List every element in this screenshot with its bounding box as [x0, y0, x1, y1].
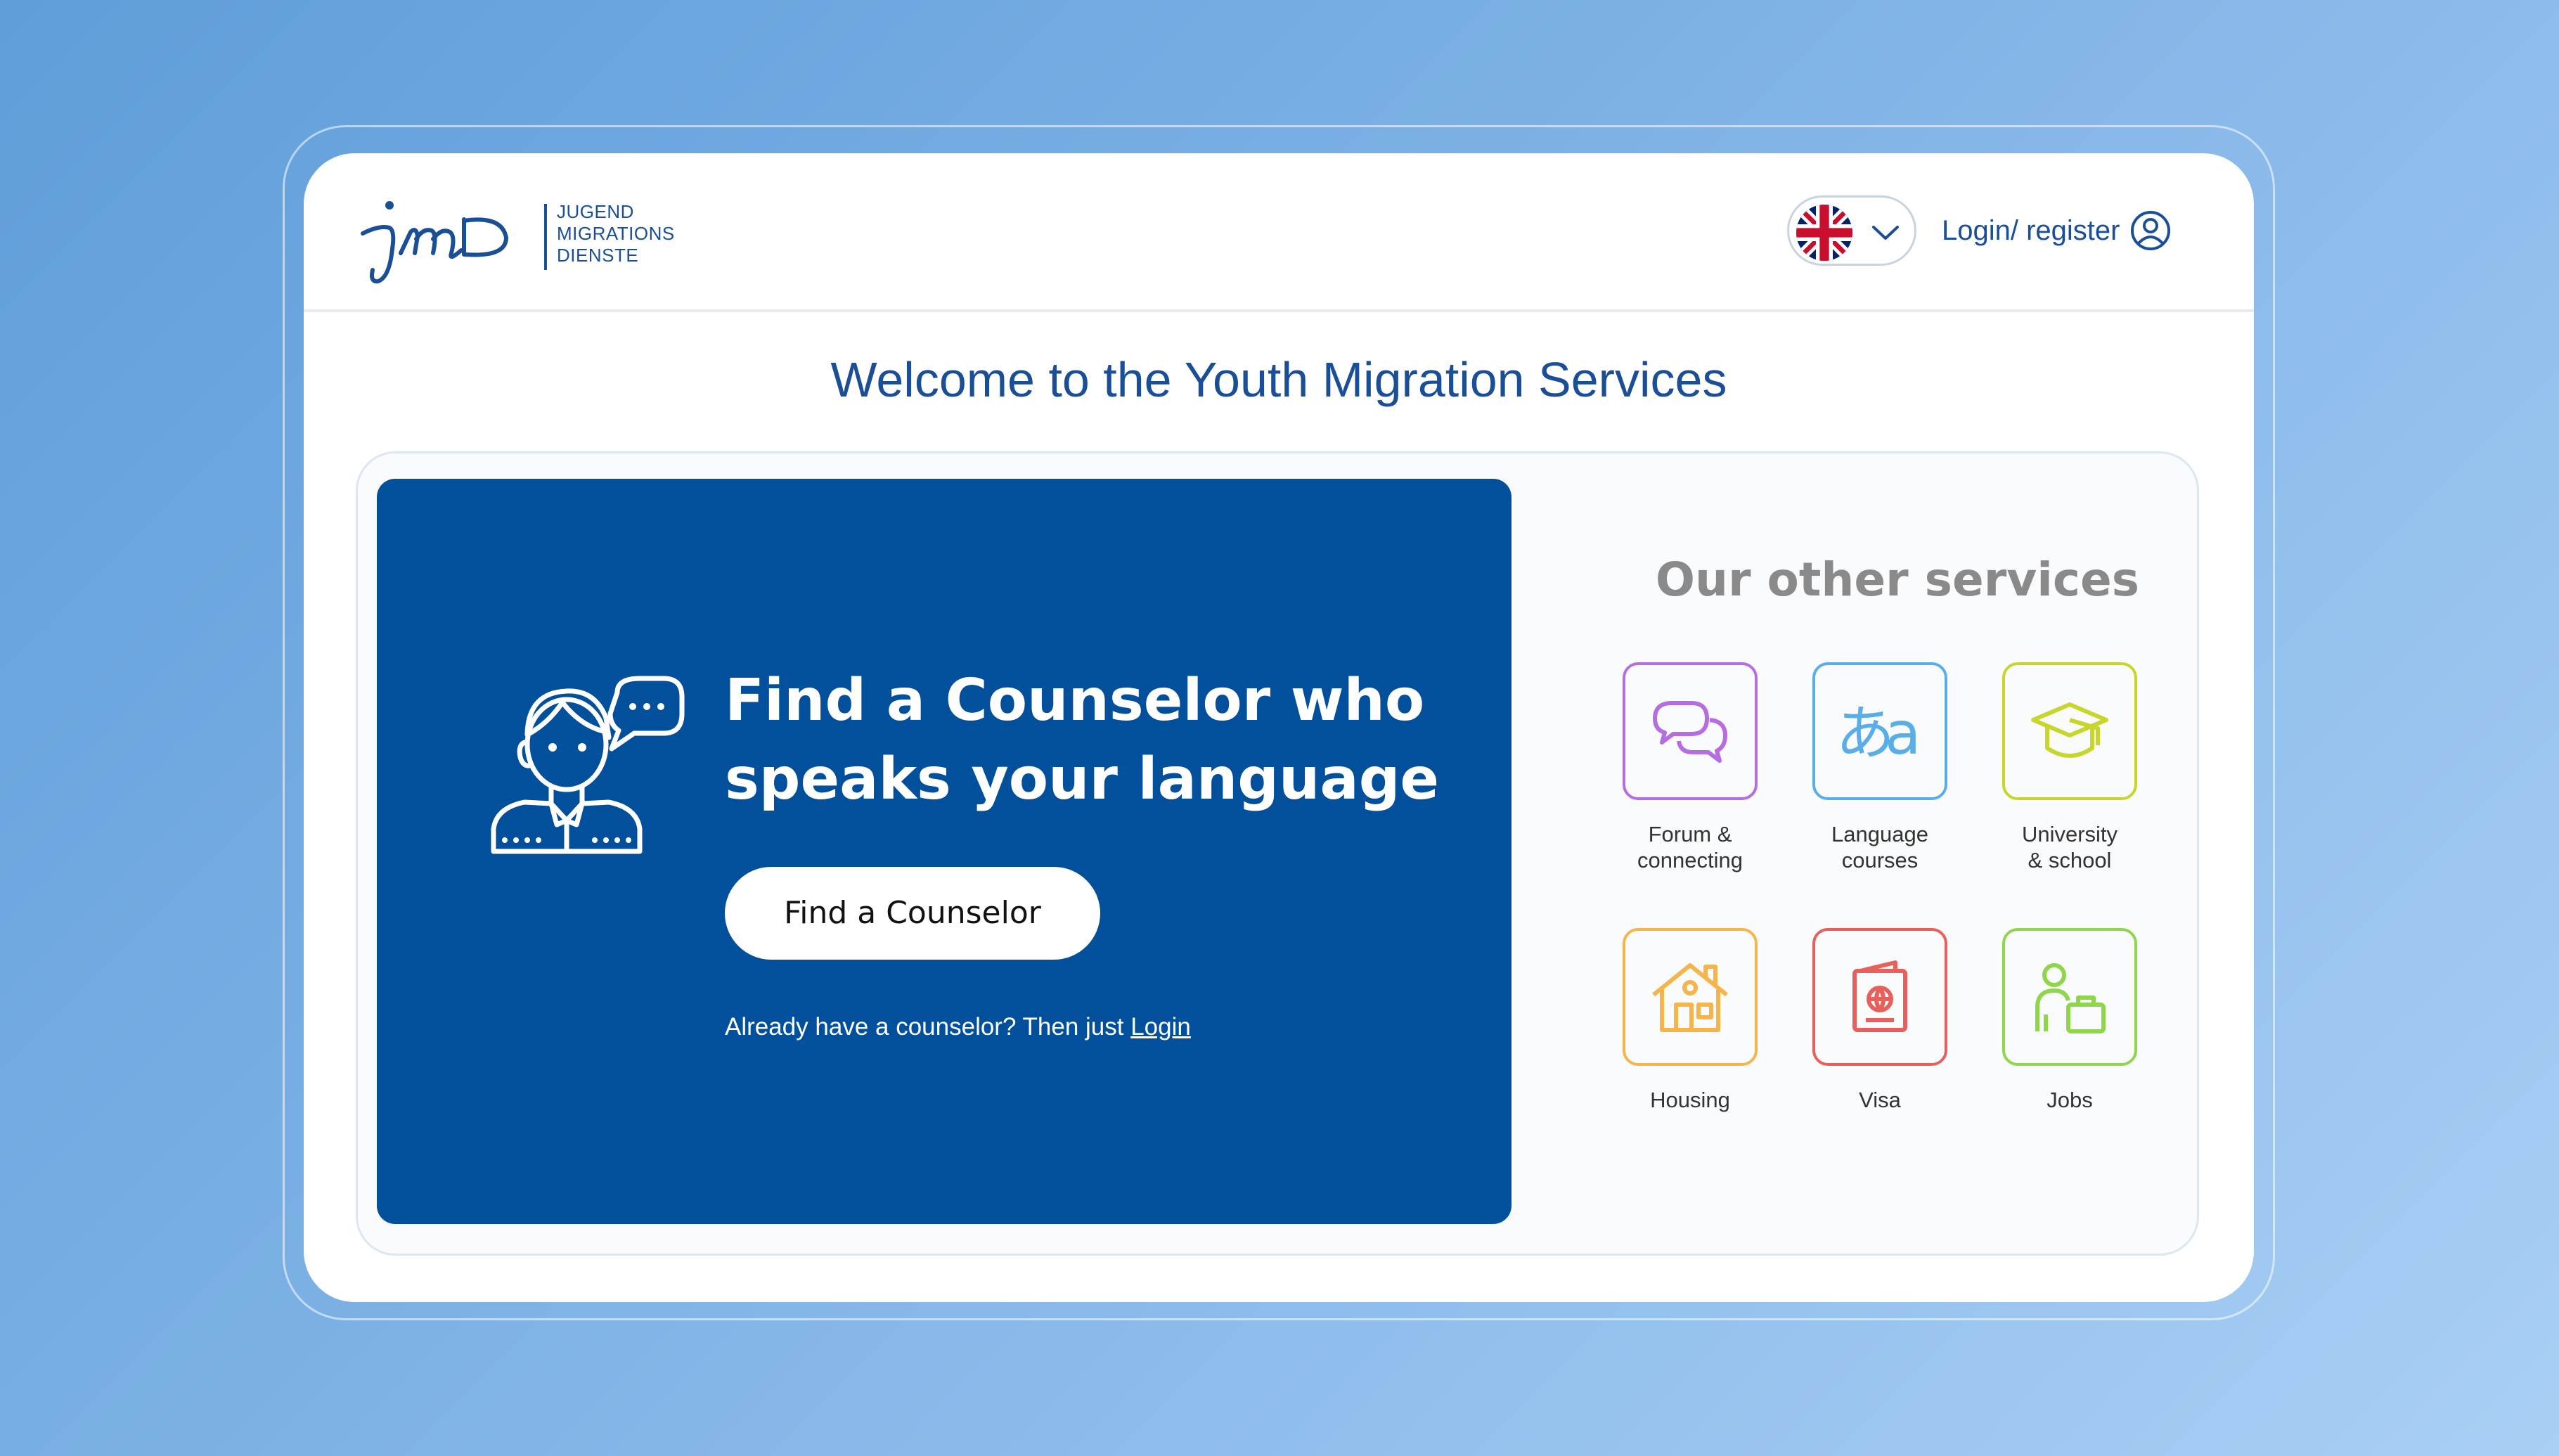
service-forum[interactable]: Forum & connecting	[1606, 662, 1774, 873]
worker-briefcase-icon	[2035, 963, 2106, 1033]
chevron-down-icon	[1872, 226, 1899, 240]
visa-tile[interactable]	[1812, 928, 1947, 1066]
service-university-school[interactable]: University & school	[1985, 662, 2154, 873]
language-icon: あ a	[1836, 699, 1921, 766]
university-school-label-line-2: & school	[2028, 848, 2112, 872]
existing-counselor-note: Already have a counselor? Then just Logi…	[725, 1013, 1191, 1041]
logo-line-2: MIGRATIONS	[557, 223, 675, 244]
logo-line-3: DIENSTE	[557, 245, 639, 266]
language-courses-tile[interactable]: あ a	[1812, 662, 1947, 800]
logo-wordmark: JUGEND MIGRATIONS DIENSTE	[557, 201, 675, 266]
service-housing[interactable]: Housing	[1606, 928, 1774, 1113]
find-counselor-panel: Find a Counselor who speaks your languag…	[377, 479, 1511, 1224]
forum-tile[interactable]	[1623, 662, 1758, 800]
hero-title-line-2: speaks your language	[725, 746, 1440, 813]
user-account-icon	[2131, 211, 2171, 250]
existing-counselor-text: Already have a counselor? Then just	[725, 1013, 1131, 1041]
forum-label-line-1: Forum &	[1648, 822, 1732, 846]
housing-tile[interactable]	[1623, 928, 1758, 1066]
university-school-label: University & school	[1985, 821, 2154, 873]
housing-label: Housing	[1650, 1088, 1730, 1112]
hero-title: Find a Counselor who speaks your languag…	[725, 662, 1498, 819]
house-icon	[1652, 963, 1728, 1032]
login-register-label: Login/ register	[1942, 214, 2120, 246]
passport-icon	[1852, 960, 1907, 1032]
logo-line-1: JUGEND	[557, 201, 634, 222]
login-register-link[interactable]: Login/ register	[1942, 210, 2172, 252]
jobs-label: Jobs	[2046, 1088, 2093, 1112]
language-courses-label: Language courses	[1796, 821, 1964, 873]
graduation-cap-icon	[2031, 702, 2108, 758]
counselor-chat-icon	[491, 676, 685, 854]
visa-label: Visa	[1859, 1088, 1901, 1112]
jmd-logo-mark-icon	[361, 201, 509, 284]
service-language-courses[interactable]: あ a Language courses	[1796, 662, 1964, 873]
page-title: Welcome to the Youth Migration Services	[830, 352, 1727, 407]
find-counselor-button[interactable]: Find a Counselor	[725, 867, 1100, 960]
university-school-label-line-1: University	[2021, 822, 2118, 846]
forum-label-line-2: connecting	[1637, 848, 1743, 872]
language-selector[interactable]	[1787, 195, 1916, 266]
services-title: Our other services	[1655, 553, 2140, 607]
language-courses-label-line-2: courses	[1841, 848, 1919, 872]
service-visa[interactable]: Visa	[1796, 928, 1964, 1113]
hero-title-line-1: Find a Counselor who	[725, 667, 1425, 734]
language-courses-label-line-1: Language	[1831, 822, 1928, 846]
login-link[interactable]: Login	[1130, 1013, 1191, 1041]
svg-text:a: a	[1885, 699, 1921, 766]
uk-flag-icon	[1796, 205, 1852, 261]
jobs-tile[interactable]	[2002, 928, 2137, 1066]
university-school-tile[interactable]	[2002, 662, 2137, 800]
header: JUGEND MIGRATIONS DIENSTE Login/ registe…	[304, 153, 2254, 312]
jmd-logo[interactable]: JUGEND MIGRATIONS DIENSTE	[359, 200, 674, 284]
service-jobs[interactable]: Jobs	[1985, 928, 2154, 1113]
app-window: JUGEND MIGRATIONS DIENSTE Login/ registe…	[304, 153, 2254, 1302]
logo-divider	[544, 204, 547, 270]
forum-label: Forum & connecting	[1606, 821, 1774, 873]
chat-bubbles-icon	[1653, 701, 1727, 763]
